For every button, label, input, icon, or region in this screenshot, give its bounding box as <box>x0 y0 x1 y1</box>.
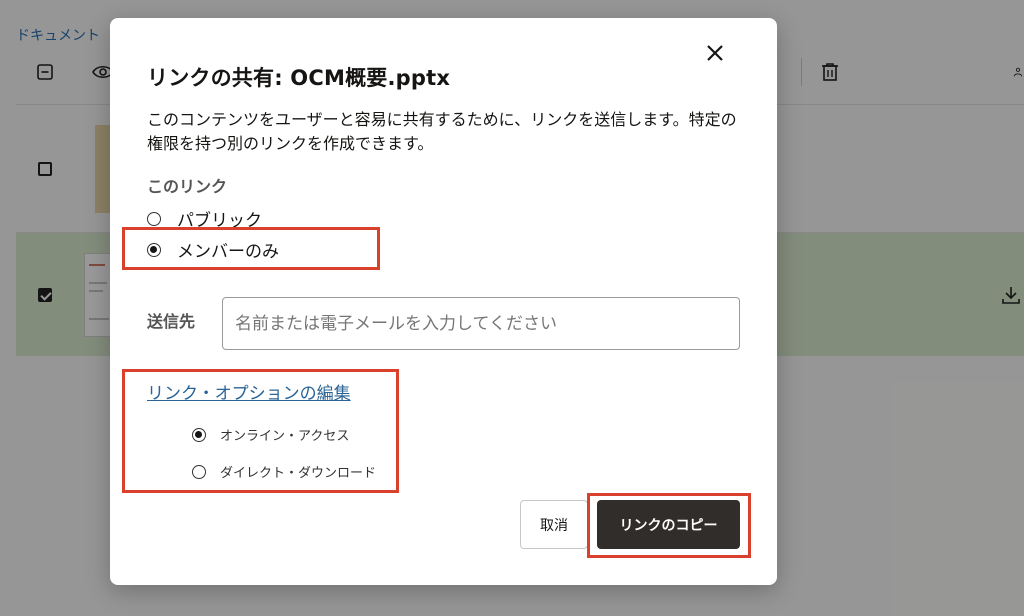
radio-online-access-label: オンライン・アクセス <box>220 429 350 444</box>
close-icon <box>707 45 723 61</box>
share-link-dialog: リンクの共有: OCM概要.pptx このコンテンツをユーザーと容易に共有するた… <box>110 18 777 585</box>
link-section-label: このリンク <box>147 177 228 196</box>
dialog-title: リンクの共有: OCM概要.pptx <box>147 66 451 90</box>
radio-direct-download-label: ダイレクト・ダウンロード <box>220 466 377 481</box>
recipient-label: 送信先 <box>147 312 196 331</box>
edit-link-options-link[interactable]: リンク・オプションの編集 <box>147 379 351 404</box>
radio-button[interactable] <box>147 211 161 226</box>
radio-button-selected[interactable] <box>147 242 161 257</box>
copy-link-button[interactable]: リンクのコピー <box>597 500 740 549</box>
radio-public[interactable]: パブリック <box>147 206 262 231</box>
radio-online-access[interactable]: オンライン・アクセス <box>192 425 349 444</box>
close-button[interactable] <box>702 40 728 66</box>
radio-members-only-label: メンバーのみ <box>177 242 279 262</box>
dialog-description: このコンテンツをユーザーと容易に共有するために、リンクを送信します。特定の権限を… <box>147 110 737 153</box>
radio-button[interactable] <box>192 464 206 479</box>
radio-direct-download[interactable]: ダイレクト・ダウンロード <box>192 462 376 481</box>
radio-button-selected[interactable] <box>192 427 206 442</box>
cancel-button[interactable]: 取消 <box>520 500 588 549</box>
radio-public-label: パブリック <box>177 211 262 231</box>
radio-members-only[interactable]: メンバーのみ <box>147 237 279 262</box>
recipient-input[interactable] <box>222 297 740 350</box>
